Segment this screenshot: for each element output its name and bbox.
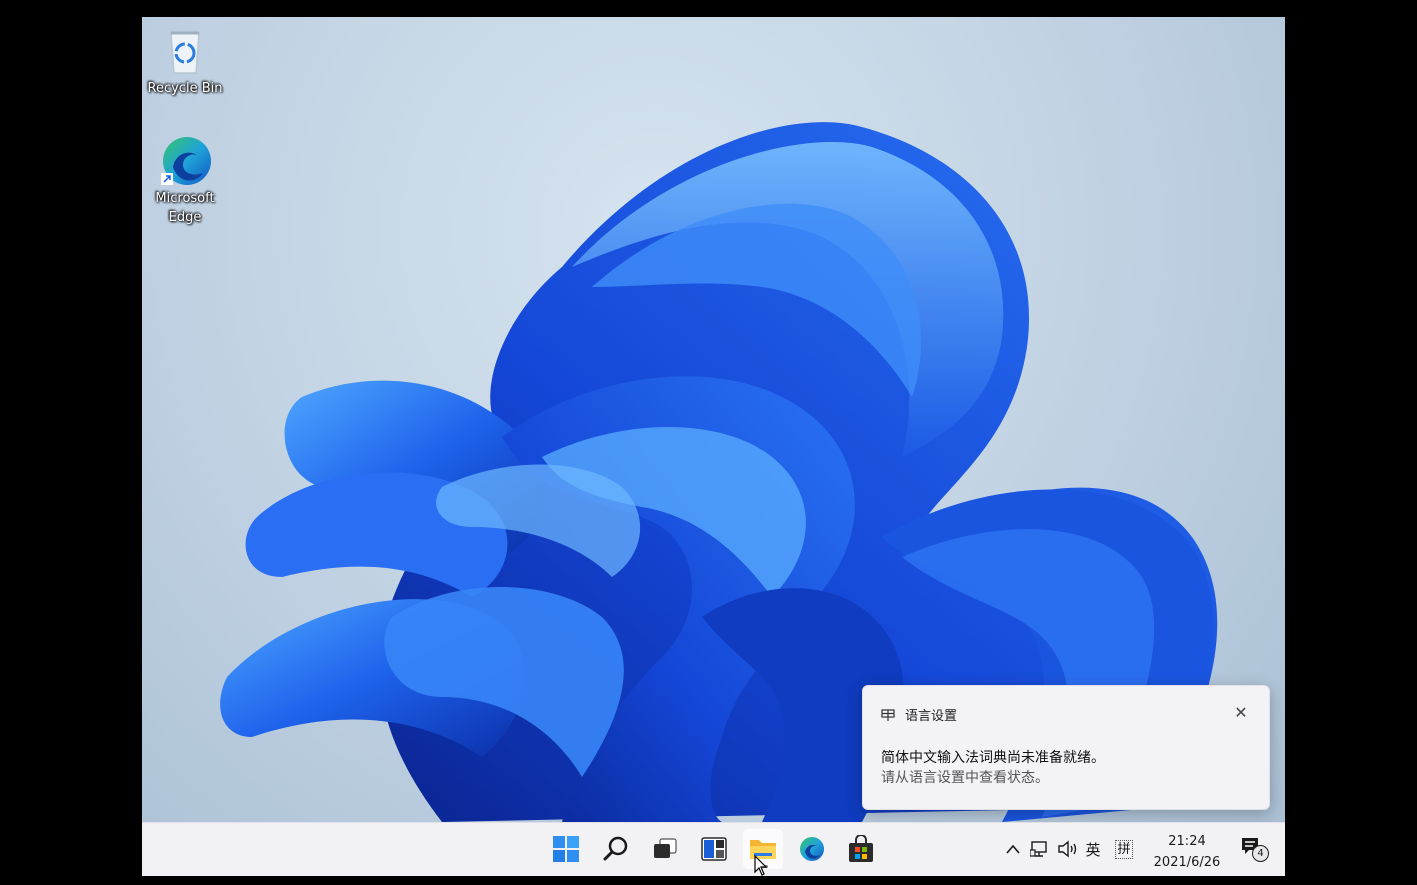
- speaker-icon: [1058, 840, 1077, 858]
- ime-layout-indicator[interactable]: 拼: [1112, 837, 1136, 861]
- clock-time: 21:24: [1168, 834, 1206, 849]
- network-button[interactable]: [1029, 837, 1051, 861]
- desktop-icon-recycle-bin[interactable]: Recycle Bin: [142, 27, 230, 98]
- notification-message: 简体中文输入法词典尚未准备就绪。: [881, 750, 1105, 766]
- widgets-button[interactable]: [694, 829, 734, 869]
- notification-close-button[interactable]: ✕: [1231, 703, 1251, 723]
- notification-submessage: 请从语言设置中查看状态。: [881, 770, 1049, 786]
- ime-layout-label: 拼: [1115, 839, 1133, 859]
- clock-date: 2021/6/26: [1153, 855, 1221, 870]
- recycle-bin-icon: [170, 31, 200, 74]
- notification-center-button[interactable]: 4: [1238, 836, 1269, 862]
- edge-label-line2: Edge: [168, 210, 202, 225]
- ime-mode-indicator[interactable]: 英: [1082, 837, 1104, 861]
- task-view-icon: [654, 838, 677, 858]
- edge-taskbar-button[interactable]: [792, 829, 832, 869]
- search-button[interactable]: [596, 829, 636, 869]
- show-hidden-icons-button[interactable]: [1002, 837, 1024, 861]
- notification-title: 语言设置: [905, 709, 958, 724]
- widgets-icon: [701, 837, 727, 861]
- store-button[interactable]: [841, 829, 881, 869]
- search-icon: [603, 836, 628, 861]
- notification-header: 语言设置: [881, 705, 957, 724]
- clock-button[interactable]: 21:24 2021/6/26: [1137, 831, 1237, 873]
- taskbar: 英 拼 21:24 2021/6/26 4: [142, 822, 1285, 876]
- start-button[interactable]: [546, 829, 586, 869]
- edge-label-line1: Microsoft: [155, 191, 215, 206]
- volume-button[interactable]: [1056, 837, 1080, 861]
- ime-settings-icon: [881, 708, 895, 721]
- edge-icon: [161, 137, 211, 185]
- chevron-up-icon: [1006, 844, 1020, 854]
- start-icon: [553, 836, 579, 862]
- network-icon: [1030, 841, 1047, 857]
- store-icon: [849, 835, 873, 862]
- desktop-screen: Recycle Bin Microsoft Edge 语言设置 ✕ 简体中文输入…: [142, 17, 1285, 876]
- recycle-bin-label: Recycle Bin: [147, 81, 223, 96]
- mouse-cursor-icon: [754, 855, 768, 876]
- desktop-icon-microsoft-edge[interactable]: Microsoft Edge: [142, 133, 230, 227]
- edge-icon: [800, 837, 824, 861]
- language-settings-notification[interactable]: 语言设置 ✕ 简体中文输入法词典尚未准备就绪。 请从语言设置中查看状态。: [862, 685, 1270, 810]
- task-view-button[interactable]: [645, 829, 685, 869]
- notification-count-badge: 4: [1252, 845, 1269, 862]
